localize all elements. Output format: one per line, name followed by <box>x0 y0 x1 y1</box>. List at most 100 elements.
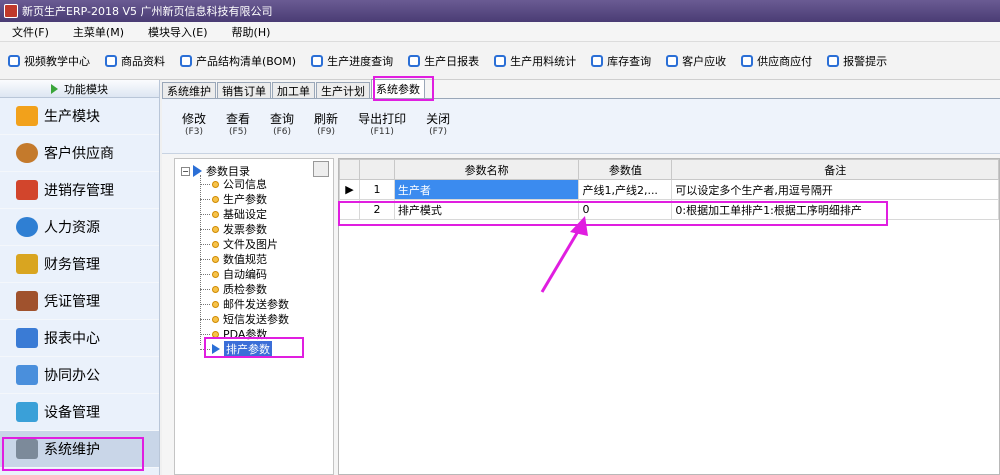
close-button[interactable]: 关闭 (F7) <box>426 113 450 139</box>
tab-system-params[interactable]: 系统参数 <box>371 79 425 98</box>
leaf-icon <box>212 315 219 323</box>
grid-corner <box>339 159 360 180</box>
leaf-icon <box>212 330 219 338</box>
checkbox-icon <box>311 54 324 67</box>
tree-node-files[interactable]: 文件及图片 <box>200 237 278 251</box>
leaf-icon <box>212 240 219 248</box>
edit-button[interactable]: 修改 (F3) <box>182 113 206 139</box>
tree-node-pda[interactable]: PDA参数 <box>200 327 267 341</box>
quick-toolbar: 视频教学中心 商品资料 产品结构清单(BOM) 生产进度查询 生产日报表 生产用… <box>0 42 1000 80</box>
menu-module-import[interactable]: 模块导入(E) <box>136 24 220 40</box>
sidebar-item-reports[interactable]: 报表中心 <box>0 320 159 357</box>
sidebar-header: 功能模块 <box>0 80 159 98</box>
quick-bom[interactable]: 产品结构清单(BOM) <box>180 53 296 69</box>
tree-node-company[interactable]: 公司信息 <box>200 177 267 191</box>
sidebar-item-finance[interactable]: 财务管理 <box>0 246 159 283</box>
tree-node-email[interactable]: 邮件发送参数 <box>200 297 289 311</box>
view-button[interactable]: 查看 (F5) <box>226 113 250 139</box>
coins-icon <box>16 254 38 274</box>
leaf-icon <box>212 225 219 233</box>
table-row[interactable]: ▶ 1 生产者 产线1,产线2,... 可以设定多个生产者,用逗号隔开 <box>339 179 999 200</box>
menu-main[interactable]: 主菜单(M) <box>61 24 136 40</box>
cell-param-note[interactable]: 可以设定多个生产者,用逗号隔开 <box>671 179 999 200</box>
quick-alerts[interactable]: 报警提示 <box>827 53 887 69</box>
sidebar-item-system[interactable]: 系统维护 <box>0 431 159 468</box>
leaf-icon <box>212 210 219 218</box>
tree-node-invoice[interactable]: 发票参数 <box>200 222 267 236</box>
checkbox-icon <box>8 54 20 67</box>
menu-help[interactable]: 帮助(H) <box>220 24 283 40</box>
toolbox-icon <box>16 439 38 459</box>
sidebar-item-equipment[interactable]: 设备管理 <box>0 394 159 431</box>
row-index: 2 <box>358 199 395 220</box>
tree-node-basic[interactable]: 基础设定 <box>200 207 267 221</box>
quick-product-info[interactable]: 商品资料 <box>105 53 165 69</box>
grid-index-header <box>358 159 395 180</box>
report-icon <box>16 328 38 348</box>
tab-sales-order[interactable]: 销售订单 <box>217 82 271 98</box>
checkbox-icon <box>494 54 507 67</box>
device-icon <box>16 402 38 422</box>
param-grid: 参数名称 参数值 备注 ▶ 1 生产者 产线1,产线2,... 可以设定多个生产… <box>338 158 1000 475</box>
sidebar-item-inventory[interactable]: 进销存管理 <box>0 172 159 209</box>
table-row[interactable]: 2 排产模式 0 0:根据加工单排产1:根据工序明细排产 <box>339 199 999 220</box>
tab-system-maintenance[interactable]: 系统维护 <box>162 82 216 98</box>
quick-payable[interactable]: 供应商应付 <box>741 53 812 69</box>
leaf-icon <box>212 195 219 203</box>
menu-bar: 文件(F) 主菜单(M) 模块导入(E) 帮助(H) <box>0 22 1000 42</box>
checkbox-icon <box>827 54 840 67</box>
tree-toggle-button[interactable] <box>313 161 329 177</box>
quick-video-tutorial[interactable]: 视频教学中心 <box>8 53 90 69</box>
checkbox-icon <box>666 54 679 67</box>
sidebar-item-collaboration[interactable]: 协同办公 <box>0 357 159 394</box>
tab-production-plan[interactable]: 生产计划 <box>316 82 370 98</box>
sidebar-item-hr[interactable]: 人力资源 <box>0 209 159 246</box>
action-toolbar: 修改 (F3) 查看 (F5) 查询 (F6) 刷新 (F9) 导出打印 (F11) 关闭… <box>162 99 1000 154</box>
tree-node-production[interactable]: 生产参数 <box>200 192 267 206</box>
query-button[interactable]: 查询 (F6) <box>270 113 294 139</box>
sidebar-item-voucher[interactable]: 凭证管理 <box>0 283 159 320</box>
checkbox-icon <box>408 54 421 67</box>
column-header-name[interactable]: 参数名称 <box>393 159 580 180</box>
menu-file[interactable]: 文件(F) <box>0 24 61 40</box>
param-tree: − 参数目录 公司信息 生产参数 基础设定 发票参数 文件及图片 数值规范 自动… <box>174 158 334 475</box>
row-marker-icon <box>339 199 360 220</box>
folder-icon <box>16 106 38 126</box>
cell-param-name[interactable]: 生产者 <box>393 179 580 200</box>
refresh-button[interactable]: 刷新 (F9) <box>314 113 338 139</box>
quick-daily-report[interactable]: 生产日报表 <box>408 53 479 69</box>
checkbox-icon <box>591 54 604 67</box>
quick-progress-query[interactable]: 生产进度查询 <box>311 53 393 69</box>
column-header-value[interactable]: 参数值 <box>578 159 673 180</box>
quick-receivable[interactable]: 客户应收 <box>666 53 726 69</box>
collapse-icon[interactable]: − <box>181 166 190 176</box>
leaf-icon <box>212 255 219 263</box>
cell-param-value[interactable]: 产线1,产线2,... <box>578 179 673 200</box>
tree-node-qc[interactable]: 质检参数 <box>200 282 267 296</box>
bar-chart-icon <box>16 180 38 200</box>
play-icon <box>51 83 58 94</box>
tab-work-order[interactable]: 加工单 <box>272 82 315 98</box>
tree-node-scheduling[interactable]: 排产参数 <box>200 341 272 357</box>
app-icon <box>4 4 18 18</box>
sidebar-item-production[interactable]: 生产模块 <box>0 98 159 135</box>
users-icon <box>16 143 38 163</box>
sidebar-item-customers-suppliers[interactable]: 客户供应商 <box>0 135 159 172</box>
tree-node-sms[interactable]: 短信发送参数 <box>200 312 289 326</box>
leaf-icon <box>212 270 219 278</box>
quick-material-stats[interactable]: 生产用料统计 <box>494 53 576 69</box>
tree-node-autocode[interactable]: 自动编码 <box>200 267 267 281</box>
checkbox-icon <box>741 54 754 67</box>
window-title: 新页生产ERP-2018 V5 广州新页信息科技有限公司 <box>22 5 273 18</box>
export-print-button[interactable]: 导出打印 (F11) <box>358 113 406 139</box>
column-header-note[interactable]: 备注 <box>671 159 999 180</box>
leaf-icon <box>212 300 219 308</box>
sidebar: 功能模块 生产模块 客户供应商 进销存管理 人力资源 财务管理 凭证管理 报表中… <box>0 80 160 475</box>
tree-node-numeric[interactable]: 数值规范 <box>200 252 267 266</box>
cell-param-note[interactable]: 0:根据加工单排产1:根据工序明细排产 <box>671 199 999 220</box>
leaf-icon <box>212 285 219 293</box>
quick-stock-query[interactable]: 库存查询 <box>591 53 651 69</box>
arrow-right-icon <box>212 344 220 354</box>
row-marker-icon: ▶ <box>339 179 360 200</box>
checkbox-icon <box>180 54 192 67</box>
